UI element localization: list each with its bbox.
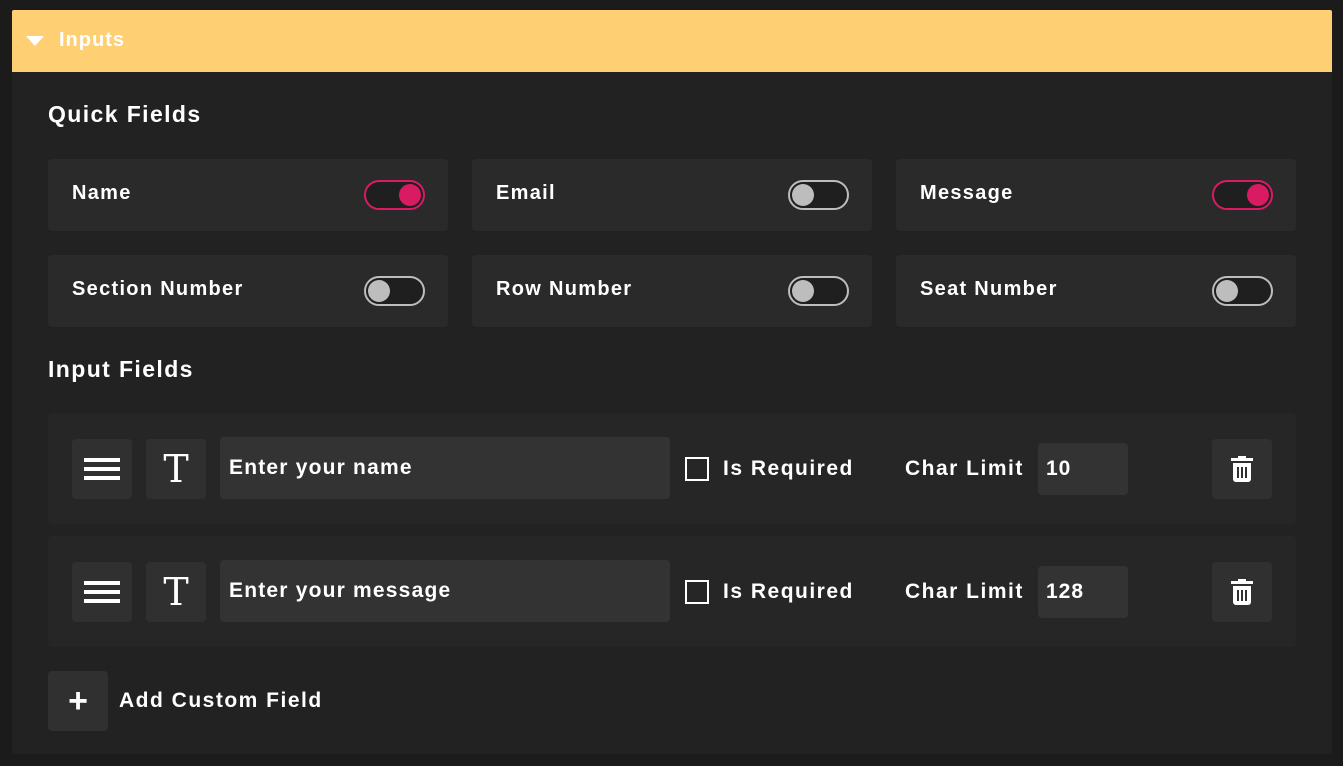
inputs-panel: Inputs Quick Fields Name Email Message S… [12,10,1332,754]
add-custom-field-button[interactable]: + [48,671,108,731]
quick-field-email: Email [472,159,872,231]
seat-number-toggle[interactable] [1212,276,1273,306]
input-field-row: T Is Required Char Limit [48,536,1296,647]
is-required-checkbox[interactable] [685,457,709,481]
panel-title: Inputs [59,29,125,51]
quick-field-label: Row Number [496,278,633,300]
hamburger-icon[interactable] [72,562,132,622]
hamburger-icon[interactable] [72,439,132,499]
char-limit-label: Char Limit [905,457,1024,480]
text-type-icon[interactable]: T [146,562,206,622]
quick-field-seat-number: Seat Number [896,255,1296,327]
toggle-knob [1216,280,1238,302]
input-field-row: T Is Required Char Limit [48,413,1296,524]
quick-field-message: Message [896,159,1296,231]
toggle-knob [792,280,814,302]
field-placeholder-input[interactable] [220,560,670,622]
message-toggle[interactable] [1212,180,1273,210]
toggle-knob [399,184,421,206]
quick-field-label: Section Number [72,278,244,300]
quick-field-row-number: Row Number [472,255,872,327]
quick-field-name: Name [48,159,448,231]
is-required-checkbox[interactable] [685,580,709,604]
toggle-knob [792,184,814,206]
quick-fields-title: Quick Fields [48,101,202,127]
quick-field-label: Message [920,182,1014,204]
char-limit-input[interactable] [1038,443,1128,495]
row-number-toggle[interactable] [788,276,849,306]
char-limit-label: Char Limit [905,580,1024,603]
quick-field-section-number: Section Number [48,255,448,327]
quick-field-label: Email [496,182,556,204]
toggle-knob [368,280,390,302]
char-limit-input[interactable] [1038,566,1128,618]
email-toggle[interactable] [788,180,849,210]
caret-down-icon[interactable] [26,36,44,46]
add-custom-field-label[interactable]: Add Custom Field [119,689,323,713]
section-number-toggle[interactable] [364,276,425,306]
name-toggle[interactable] [364,180,425,210]
panel-header[interactable]: Inputs [12,10,1332,72]
is-required-label: Is Required [723,457,854,480]
plus-icon: + [68,682,88,720]
is-required-label: Is Required [723,580,854,603]
input-fields-title: Input Fields [48,356,194,382]
toggle-knob [1247,184,1269,206]
trash-icon[interactable] [1212,562,1272,622]
quick-field-label: Name [72,182,132,204]
text-type-icon[interactable]: T [146,439,206,499]
trash-icon[interactable] [1212,439,1272,499]
quick-field-label: Seat Number [920,278,1058,300]
field-placeholder-input[interactable] [220,437,670,499]
